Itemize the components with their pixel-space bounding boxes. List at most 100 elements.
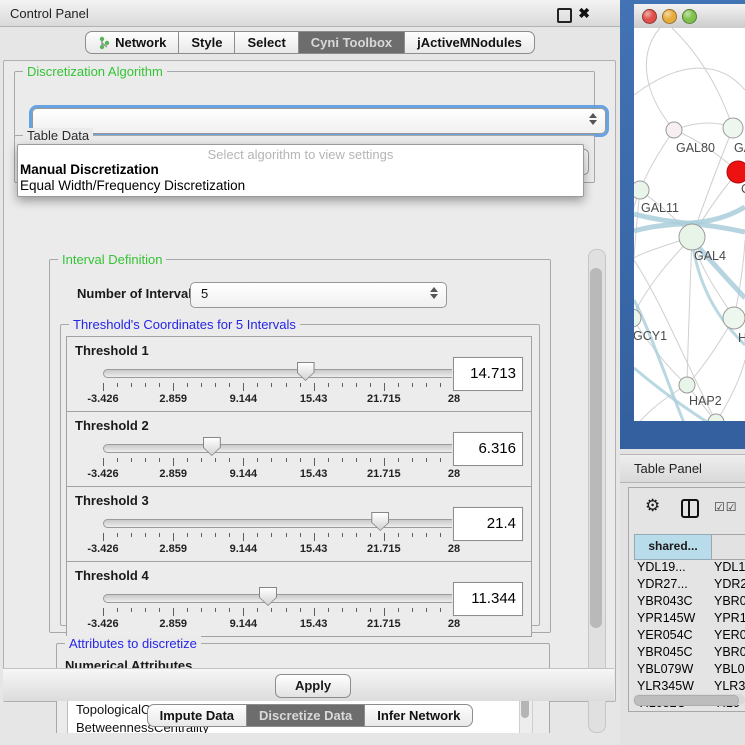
slider-tick-labels: -3.4262.8599.14415.4321.71528 [103, 393, 454, 407]
tick-mark [187, 533, 188, 537]
tab-infer-network[interactable]: Infer Network [364, 704, 473, 727]
tab-select[interactable]: Select [234, 31, 298, 54]
tick-mark [201, 533, 202, 537]
apply-button[interactable]: Apply [275, 674, 351, 698]
slider-thumb[interactable] [297, 362, 315, 381]
threshold-slider[interactable]: -3.4262.8599.14415.4321.71528 [103, 367, 454, 411]
threshold-slider[interactable]: -3.4262.8599.14415.4321.71528 [103, 592, 454, 636]
tick-mark [440, 458, 441, 462]
algorithm-combobox[interactable] [32, 108, 606, 134]
tick-label: 21.715 [367, 543, 401, 555]
tick-label: 21.715 [367, 618, 401, 630]
table-row[interactable]: YDR27...YDR2 [634, 576, 745, 593]
settings-vertical-scrollbar[interactable] [588, 249, 606, 733]
network-node-gal80[interactable] [666, 122, 682, 138]
network-node-hap2[interactable] [679, 377, 695, 393]
table-row[interactable]: YBL079WYBL0 [634, 661, 745, 678]
tick-mark [286, 458, 287, 462]
cell-shared-name: YPR145W [637, 610, 695, 627]
scrollbar-thumb[interactable] [590, 268, 602, 628]
mac-zoom-button[interactable] [682, 9, 697, 24]
tick-mark [398, 608, 399, 612]
slider-track[interactable] [103, 444, 456, 453]
slider-track[interactable] [103, 369, 456, 378]
tick-mark [243, 383, 244, 391]
table-horizontal-scrollbar[interactable] [633, 694, 745, 705]
tick-mark [412, 608, 413, 612]
node-label: HAP2 [689, 394, 722, 408]
slider-thumb[interactable] [203, 437, 221, 456]
threshold-value-field[interactable]: 14.713 [453, 357, 523, 391]
threshold-value-field[interactable]: 6.316 [453, 432, 523, 466]
cell-shared-name: YDR27... [637, 576, 688, 593]
tick-mark [440, 383, 441, 387]
threshold-slider[interactable]: -3.4262.8599.14415.4321.71528 [103, 517, 454, 561]
mac-minimize-button[interactable] [662, 9, 677, 24]
tab-impute-data[interactable]: Impute Data [147, 704, 247, 727]
slider-thumb[interactable] [259, 587, 277, 606]
network-window-titlebar [634, 4, 745, 29]
network-node-gal11[interactable] [634, 181, 649, 199]
threshold-slider[interactable]: -3.4262.8599.14415.4321.71528 [103, 442, 454, 486]
network-node-ga[interactable] [723, 118, 743, 138]
column-header-shared[interactable]: shared... [634, 534, 712, 560]
tab-cyni-toolbox[interactable]: Cyni Toolbox [298, 31, 405, 54]
column-header-name[interactable]: na [711, 534, 745, 560]
mac-close-button[interactable] [642, 9, 657, 24]
combo-arrows-icon [429, 287, 438, 299]
table-row[interactable]: YBR045CYBR0 [634, 644, 745, 661]
tick-mark [145, 383, 146, 387]
network-edge [640, 130, 674, 190]
tick-mark [131, 458, 132, 462]
float-window-icon[interactable] [557, 8, 572, 23]
tab-style[interactable]: Style [178, 31, 235, 54]
threshold-value-field[interactable]: 21.4 [453, 507, 523, 541]
group-title: Interval Definition [58, 252, 166, 267]
tick-mark [300, 608, 301, 612]
tab-discretize-data[interactable]: Discretize Data [246, 704, 365, 727]
slider-track[interactable] [103, 594, 456, 603]
combo-arrows-icon [588, 113, 597, 125]
table-row[interactable]: YER054CYER0 [634, 627, 745, 644]
popup-item-equal-width-frequency[interactable]: Equal Width/Frequency Discretization [20, 178, 245, 193]
slider-thumb[interactable] [371, 512, 389, 531]
control-panel: Control Panel ✖ NetworkStyleSelectCyni T… [0, 0, 620, 745]
columns-icon[interactable] [681, 499, 699, 518]
tab-label: Cyni Toolbox [311, 32, 392, 53]
network-node-c[interactable] [727, 161, 745, 183]
tick-mark [229, 458, 230, 462]
cell-name: YLR3 [714, 678, 745, 695]
tick-mark [117, 458, 118, 462]
close-icon[interactable]: ✖ [578, 5, 590, 22]
table-row[interactable]: YLR345WYLR3 [634, 678, 745, 695]
tick-label: -3.426 [87, 393, 118, 405]
tick-mark [201, 608, 202, 612]
number-of-intervals-combobox[interactable]: 5 [190, 282, 447, 308]
tick-label: 9.144 [230, 543, 258, 555]
threshold-value-field[interactable]: 11.344 [453, 582, 523, 616]
gear-icon[interactable]: ⚙ [645, 496, 660, 516]
tick-mark [103, 608, 104, 616]
tick-mark [412, 383, 413, 387]
network-canvas[interactable]: GAL80GACGAL11GAL4GCY1HHAP2 [634, 28, 745, 421]
threshold-panel-2: Threshold 2-3.4262.8599.14415.4321.71528… [66, 411, 532, 487]
algorithm-dropdown-popup: Select algorithm to view settings Manual… [17, 144, 584, 197]
popup-item-manual-discretization[interactable]: Manual Discretization [20, 162, 159, 177]
table-row[interactable]: YBR043CYBR0 [634, 593, 745, 610]
checkbox-icons[interactable]: ☑☑ [714, 500, 738, 514]
tick-mark [243, 608, 244, 616]
tick-mark [286, 608, 287, 612]
network-node-gal4[interactable] [679, 224, 705, 250]
table-row[interactable]: YDL19...YDL1 [634, 559, 745, 576]
network-node-h[interactable] [723, 307, 745, 329]
cell-shared-name: YER054C [637, 627, 693, 644]
tick-mark [342, 533, 343, 537]
scrollbar-thumb[interactable] [634, 695, 739, 706]
group-title: Attributes to discretize [65, 636, 201, 651]
table-row[interactable]: YPR145WYPR1 [634, 610, 745, 627]
tick-mark [426, 458, 427, 462]
slider-track[interactable] [103, 519, 456, 528]
tab-network[interactable]: Network [85, 31, 179, 54]
tick-mark [257, 608, 258, 612]
tab-jactivemnodules[interactable]: jActiveMNodules [404, 31, 535, 54]
